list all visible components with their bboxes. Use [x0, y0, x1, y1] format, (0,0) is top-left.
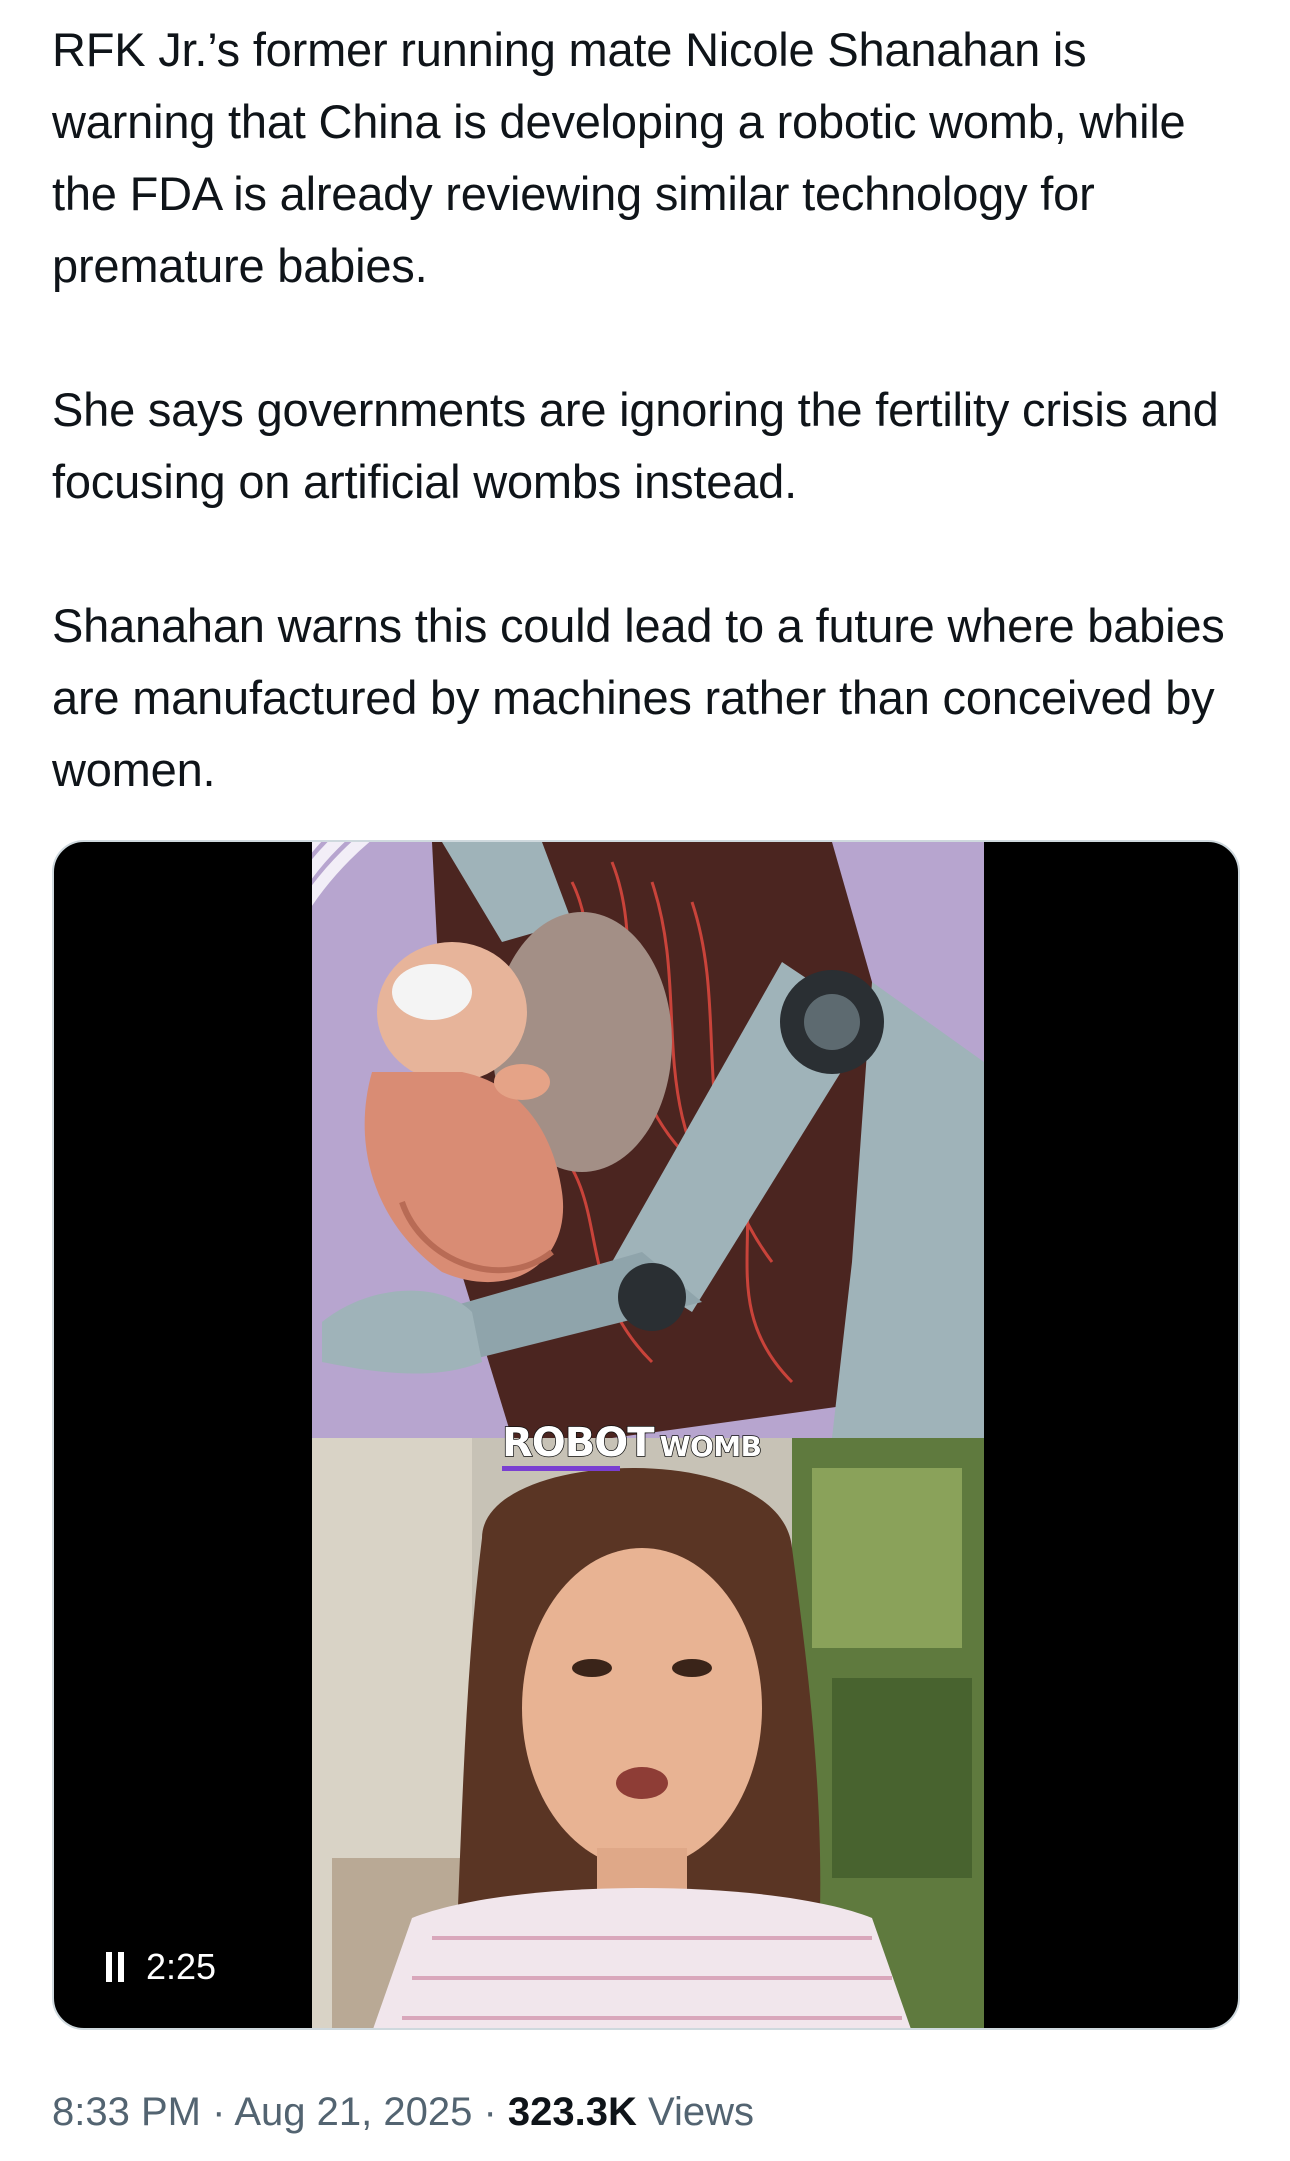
tweet-paragraph-3: Shanahan warns this could lead to a futu…	[52, 599, 1225, 796]
views-label: Views	[648, 2090, 754, 2134]
meta-separator: ·	[483, 2090, 497, 2134]
tweet-paragraph-2: She says governments are ignoring the fe…	[52, 383, 1219, 508]
caption-underline	[502, 1466, 620, 1471]
caption-secondary: WOMB	[659, 1429, 763, 1464]
pause-icon[interactable]	[106, 1952, 124, 1982]
meta-separator: ·	[212, 2090, 226, 2134]
caption-primary: ROBOT	[501, 1419, 655, 1467]
tweet-time[interactable]: 8:33 PM	[52, 2090, 201, 2134]
speaker-video	[312, 1438, 984, 2028]
tweet-paragraph-1: RFK Jr.’s former running mate Nicole Sha…	[52, 23, 1186, 292]
views-count[interactable]: 323.3K	[508, 2090, 637, 2134]
tweet-date[interactable]: Aug 21, 2025	[234, 2090, 472, 2134]
tweet-text: RFK Jr.’s former running mate Nicole Sha…	[52, 14, 1242, 806]
video-player[interactable]: ROBOT WOMB 2:25	[52, 840, 1240, 2030]
playback-controls[interactable]: 2:25	[106, 1946, 216, 1988]
video-duration: 2:25	[146, 1946, 217, 1987]
tweet-meta: 8:33 PM · Aug 21, 2025 · 323.3K Views	[52, 2090, 754, 2135]
robot-womb-image	[312, 842, 984, 1438]
video-frame[interactable]: ROBOT WOMB	[312, 842, 984, 2028]
video-caption: ROBOT WOMB	[501, 1410, 763, 1467]
